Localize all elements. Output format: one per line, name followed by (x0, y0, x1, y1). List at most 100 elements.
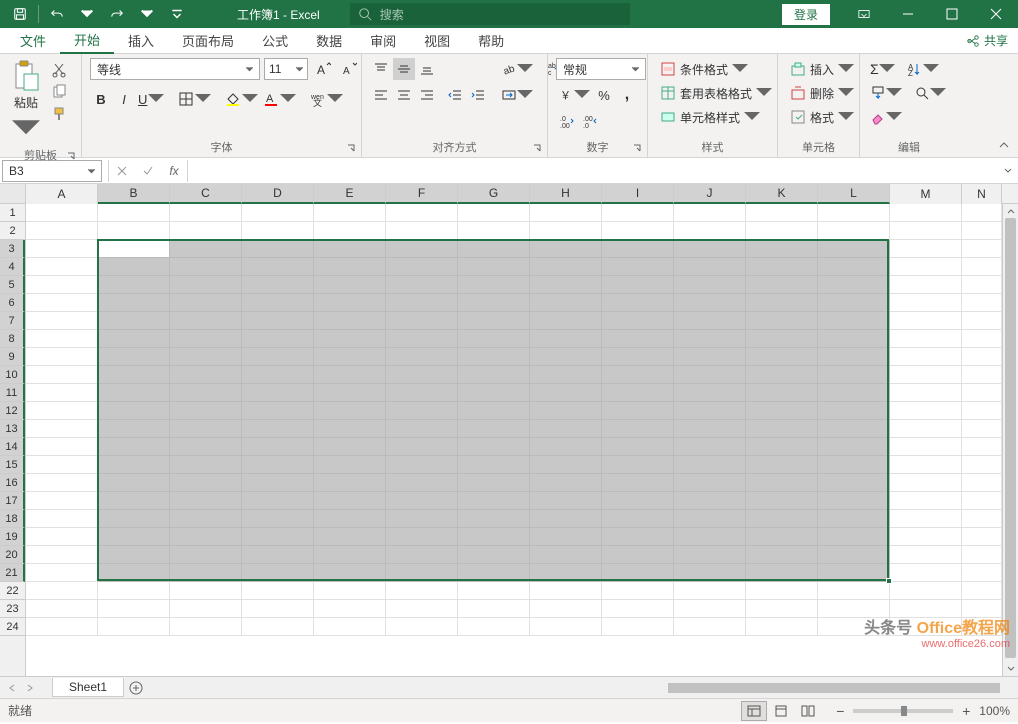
cell[interactable] (458, 348, 530, 366)
cell[interactable] (170, 276, 242, 294)
cell[interactable] (170, 258, 242, 276)
cell[interactable] (98, 222, 170, 240)
cell[interactable] (98, 348, 170, 366)
cell[interactable] (26, 546, 98, 564)
cell[interactable] (818, 366, 890, 384)
cell[interactable] (602, 564, 674, 582)
cell[interactable] (746, 528, 818, 546)
cell[interactable] (242, 618, 314, 636)
cell[interactable] (746, 366, 818, 384)
cell[interactable] (26, 312, 98, 330)
cell[interactable] (602, 222, 674, 240)
cell[interactable] (98, 600, 170, 618)
cell[interactable] (26, 330, 98, 348)
cell[interactable] (602, 276, 674, 294)
decrease-decimal-button[interactable]: .00.0 (579, 110, 601, 132)
cell[interactable] (530, 402, 602, 420)
cell[interactable] (602, 258, 674, 276)
cell[interactable] (674, 366, 746, 384)
cell[interactable] (386, 618, 458, 636)
cell[interactable] (170, 582, 242, 600)
cut-button[interactable] (48, 60, 70, 80)
cell[interactable] (746, 456, 818, 474)
zoom-in-button[interactable]: + (959, 704, 973, 718)
font-name-select[interactable]: 等线 (90, 58, 260, 80)
tab-formulas[interactable]: 公式 (248, 28, 302, 54)
cell[interactable] (314, 312, 386, 330)
cell[interactable] (746, 564, 818, 582)
cell[interactable] (602, 330, 674, 348)
cell[interactable] (458, 420, 530, 438)
tab-help[interactable]: 帮助 (464, 28, 518, 54)
tab-insert[interactable]: 插入 (114, 28, 168, 54)
sheet-nav-prev[interactable] (4, 680, 20, 696)
cell[interactable] (818, 456, 890, 474)
italic-button[interactable]: I (113, 88, 135, 110)
accounting-format-button[interactable]: ￥ (556, 84, 592, 106)
horizontal-scrollbar[interactable] (654, 681, 1014, 695)
cell[interactable] (746, 582, 818, 600)
cell[interactable] (98, 528, 170, 546)
orientation-button[interactable]: ab (499, 58, 535, 80)
cell[interactable] (890, 240, 962, 258)
cell[interactable] (746, 222, 818, 240)
cell[interactable] (170, 222, 242, 240)
cell[interactable] (674, 456, 746, 474)
cell[interactable] (530, 546, 602, 564)
cell[interactable] (26, 438, 98, 456)
column-header[interactable]: K (746, 184, 818, 204)
vertical-scroll-thumb[interactable] (1005, 218, 1016, 658)
cell[interactable] (602, 204, 674, 222)
cell[interactable] (890, 474, 962, 492)
cell[interactable] (98, 240, 170, 258)
cell[interactable] (674, 618, 746, 636)
undo-dropdown[interactable] (73, 2, 101, 26)
cell[interactable] (674, 384, 746, 402)
cell[interactable] (314, 348, 386, 366)
cell[interactable] (386, 492, 458, 510)
increase-indent-button[interactable] (467, 84, 489, 106)
cell[interactable] (314, 564, 386, 582)
cell[interactable] (314, 204, 386, 222)
view-page-break-button[interactable] (795, 701, 821, 721)
cell[interactable] (962, 474, 1002, 492)
cell[interactable] (674, 528, 746, 546)
cell[interactable] (962, 564, 1002, 582)
cell[interactable] (530, 420, 602, 438)
font-color-button[interactable]: A (261, 88, 298, 110)
cell[interactable] (818, 276, 890, 294)
row-header[interactable]: 18 (0, 510, 25, 528)
cell[interactable] (962, 618, 1002, 636)
cell[interactable] (890, 618, 962, 636)
cell[interactable] (818, 348, 890, 366)
tab-view[interactable]: 视图 (410, 28, 464, 54)
cell[interactable] (530, 474, 602, 492)
view-page-layout-button[interactable] (768, 701, 794, 721)
cell[interactable] (386, 402, 458, 420)
cell[interactable] (746, 204, 818, 222)
cell[interactable] (458, 258, 530, 276)
cell[interactable] (26, 276, 98, 294)
cell[interactable] (386, 240, 458, 258)
redo-button[interactable] (103, 2, 131, 26)
cell[interactable] (530, 384, 602, 402)
column-header[interactable]: D (242, 184, 314, 204)
column-header[interactable]: B (98, 184, 170, 204)
cell[interactable] (962, 348, 1002, 366)
cell[interactable] (458, 564, 530, 582)
cell[interactable] (602, 582, 674, 600)
cell[interactable] (386, 510, 458, 528)
cell[interactable] (386, 546, 458, 564)
row-header[interactable]: 14 (0, 438, 25, 456)
cell[interactable] (170, 600, 242, 618)
cell[interactable] (674, 294, 746, 312)
phonetic-guide-button[interactable]: wen文 (308, 88, 345, 110)
cell[interactable] (602, 294, 674, 312)
cell[interactable] (170, 240, 242, 258)
cell[interactable] (386, 600, 458, 618)
sheet-nav-next[interactable] (22, 680, 38, 696)
cell[interactable] (314, 510, 386, 528)
cell[interactable] (170, 384, 242, 402)
cell[interactable] (818, 474, 890, 492)
cell[interactable] (746, 384, 818, 402)
